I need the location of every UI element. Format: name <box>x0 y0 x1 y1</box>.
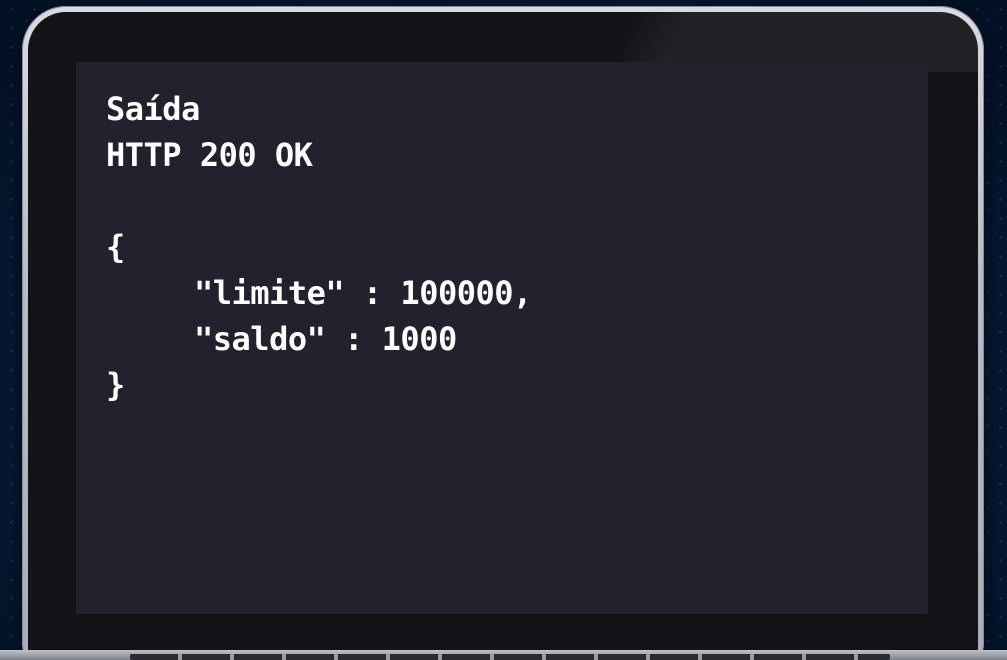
json-close-brace: } <box>106 366 125 404</box>
output-block: Saída HTTP 200 OK { "limite" : 100000, "… <box>106 86 532 408</box>
json-field-saldo: "saldo" : 1000 <box>194 320 457 358</box>
keyboard-edge <box>130 654 890 660</box>
http-status-line: HTTP 200 OK <box>106 136 313 174</box>
output-title: Saída <box>106 90 200 128</box>
json-open-brace: { <box>106 228 125 266</box>
terminal-screen: Saída HTTP 200 OK { "limite" : 100000, "… <box>76 62 928 614</box>
laptop-frame: Saída HTTP 200 OK { "limite" : 100000, "… <box>22 6 984 660</box>
json-field-limite: "limite" : 100000, <box>194 274 532 312</box>
laptop-bezel: Saída HTTP 200 OK { "limite" : 100000, "… <box>28 12 978 660</box>
